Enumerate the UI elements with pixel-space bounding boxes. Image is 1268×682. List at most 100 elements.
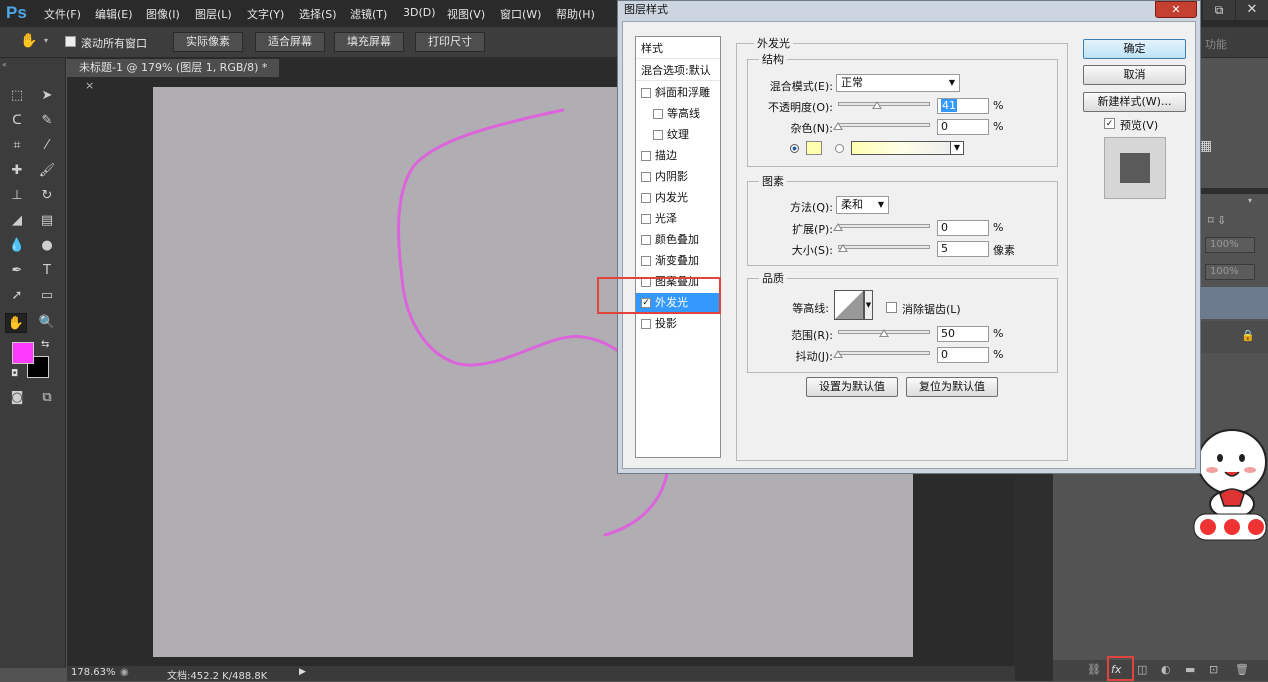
gradient-picker[interactable] bbox=[851, 141, 951, 155]
layer-filter-icon[interactable]: ⌑ ⇩ bbox=[1208, 214, 1226, 227]
menu-window[interactable]: 窗口(W) bbox=[500, 6, 541, 22]
cancel-button[interactable]: 取消 bbox=[1083, 65, 1186, 85]
new-style-button[interactable]: 新建样式(W)... bbox=[1083, 92, 1186, 112]
crop-tool-icon[interactable]: ⌗ bbox=[6, 136, 28, 156]
hand-tool-icon[interactable]: ✋ bbox=[5, 313, 27, 333]
workspace-switcher[interactable]: 功能 bbox=[1201, 34, 1268, 56]
method-dropdown-icon[interactable]: ▼ bbox=[878, 197, 884, 213]
delete-layer-icon[interactable]: 🗑 bbox=[1235, 663, 1249, 676]
fill-screen-button[interactable]: 填充屏幕 bbox=[334, 32, 404, 52]
solid-color-radio[interactable] bbox=[790, 144, 799, 153]
opacity-input[interactable]: 41 bbox=[937, 98, 989, 114]
swap-colors-icon[interactable]: ⇆ bbox=[41, 339, 49, 350]
color-overlay-checkbox[interactable] bbox=[641, 235, 651, 245]
style-item-texture[interactable]: 纹理 bbox=[636, 125, 720, 145]
noise-slider-track[interactable] bbox=[838, 123, 930, 127]
antialias-checkbox[interactable] bbox=[886, 302, 897, 313]
rectangle-tool-icon[interactable]: ▭ bbox=[36, 286, 58, 306]
style-item-bevel-emboss[interactable]: 斜面和浮雕 bbox=[636, 83, 720, 103]
opacity-field[interactable]: 100% bbox=[1205, 237, 1255, 253]
collapse-panel-icon[interactable]: « bbox=[2, 60, 7, 69]
status-menu-icon[interactable]: ◉ bbox=[120, 667, 129, 678]
new-group-icon[interactable]: ▬ bbox=[1185, 663, 1195, 676]
pen-tool-icon[interactable]: ✒ bbox=[6, 261, 28, 281]
size-slider-thumb[interactable] bbox=[838, 244, 848, 252]
menu-file[interactable]: 文件(F) bbox=[44, 6, 81, 22]
menu-layer[interactable]: 图层(L) bbox=[195, 6, 232, 22]
range-input[interactable]: 50 bbox=[937, 326, 989, 342]
stroke-checkbox[interactable] bbox=[641, 151, 651, 161]
method-select[interactable]: 柔和 ▼ bbox=[836, 196, 889, 214]
bevel-emboss-checkbox[interactable] bbox=[641, 88, 651, 98]
close-tab-icon[interactable]: × bbox=[85, 79, 94, 92]
style-item-inner-shadow[interactable]: 内阴影 bbox=[636, 167, 720, 187]
hand-tool-icon[interactable]: ✋ bbox=[20, 33, 37, 49]
menu-help[interactable]: 帮助(H) bbox=[556, 6, 595, 22]
dialog-close-icon[interactable]: ✕ bbox=[1155, 1, 1197, 18]
style-item-color-overlay[interactable]: 颜色叠加 bbox=[636, 230, 720, 250]
jitter-slider-track[interactable] bbox=[838, 351, 930, 355]
close-app-icon[interactable]: ✕ bbox=[1236, 0, 1268, 20]
fill-field[interactable]: 100% bbox=[1205, 264, 1255, 280]
history-brush-tool-icon[interactable]: ↻ bbox=[36, 186, 58, 206]
fit-screen-button[interactable]: 适合屏幕 bbox=[255, 32, 325, 52]
restore-window-icon[interactable]: ⧉ bbox=[1203, 0, 1235, 20]
move-tool-icon[interactable]: ➤ bbox=[36, 86, 58, 106]
blending-options-item[interactable]: 混合选项:默认 bbox=[636, 61, 720, 81]
opacity-slider-thumb[interactable] bbox=[872, 101, 882, 109]
reset-default-button[interactable]: 复位为默认值 bbox=[906, 377, 998, 397]
contour-picker[interactable] bbox=[834, 290, 864, 320]
spread-slider-track[interactable] bbox=[838, 224, 930, 228]
quick-mask-icon[interactable]: ◙ bbox=[6, 388, 28, 408]
set-default-button[interactable]: 设置为默认值 bbox=[806, 377, 898, 397]
foreground-color-swatch[interactable] bbox=[12, 342, 34, 364]
jitter-input[interactable]: 0 bbox=[937, 347, 989, 363]
zoom-tool-icon[interactable]: 🔍 bbox=[36, 313, 58, 333]
blur-tool-icon[interactable]: 💧 bbox=[6, 236, 28, 256]
texture-checkbox[interactable] bbox=[653, 130, 663, 140]
lasso-tool-icon[interactable]: ᑕ bbox=[6, 111, 28, 131]
style-item-stroke[interactable]: 描边 bbox=[636, 146, 720, 166]
noise-slider-thumb[interactable] bbox=[833, 122, 843, 130]
new-layer-icon[interactable]: ⊡ bbox=[1209, 663, 1218, 676]
menu-image[interactable]: 图像(I) bbox=[146, 6, 180, 22]
style-item-contour[interactable]: 等高线 bbox=[636, 104, 720, 124]
clone-stamp-tool-icon[interactable]: ⊥ bbox=[6, 186, 28, 206]
dodge-tool-icon[interactable]: ● bbox=[36, 236, 58, 256]
quick-select-tool-icon[interactable]: ✎ bbox=[36, 111, 58, 131]
inner-glow-checkbox[interactable] bbox=[641, 193, 651, 203]
eyedropper-tool-icon[interactable]: ⁄ bbox=[36, 136, 58, 156]
default-colors-icon[interactable]: ◘ bbox=[11, 369, 18, 379]
inner-shadow-checkbox[interactable] bbox=[641, 172, 651, 182]
size-slider-track[interactable] bbox=[838, 245, 930, 249]
gradient-overlay-checkbox[interactable] bbox=[641, 256, 651, 266]
layer-mask-icon[interactable]: ◫ bbox=[1137, 663, 1147, 676]
style-item-drop-shadow[interactable]: 投影 bbox=[636, 314, 720, 334]
range-slider-thumb[interactable] bbox=[879, 329, 889, 337]
actual-pixels-button[interactable]: 实际像素 bbox=[173, 32, 243, 52]
panel-menu-icon[interactable]: ▾ bbox=[1248, 196, 1252, 205]
print-size-button[interactable]: 打印尺寸 bbox=[415, 32, 485, 52]
type-tool-icon[interactable]: T bbox=[36, 261, 58, 281]
menu-filter[interactable]: 滤镜(T) bbox=[350, 6, 387, 22]
blend-mode-select[interactable]: 正常 ▼ bbox=[836, 74, 960, 92]
style-list-header[interactable]: 样式 bbox=[636, 39, 720, 59]
marquee-tool-icon[interactable]: ⬚ bbox=[6, 86, 28, 106]
menu-type[interactable]: 文字(Y) bbox=[247, 6, 284, 22]
healing-brush-tool-icon[interactable]: ✚ bbox=[6, 161, 28, 181]
preview-checkbox[interactable]: ✓ bbox=[1104, 118, 1115, 129]
gradient-radio[interactable] bbox=[835, 144, 844, 153]
menu-3d[interactable]: 3D(D) bbox=[403, 6, 436, 19]
drop-shadow-checkbox[interactable] bbox=[641, 319, 651, 329]
eraser-tool-icon[interactable]: ◢ bbox=[6, 211, 28, 231]
style-item-inner-glow[interactable]: 内发光 bbox=[636, 188, 720, 208]
glow-color-swatch[interactable] bbox=[806, 141, 822, 155]
menu-view[interactable]: 视图(V) bbox=[447, 6, 485, 22]
screen-mode-icon[interactable]: ⧉ bbox=[36, 388, 58, 408]
zoom-level[interactable]: 178.63% bbox=[71, 667, 116, 678]
size-input[interactable]: 5 bbox=[937, 241, 989, 257]
adjustment-layer-icon[interactable]: ◐ bbox=[1161, 663, 1171, 676]
blend-mode-dropdown-icon[interactable]: ▼ bbox=[949, 75, 955, 91]
status-arrow-icon[interactable]: ▶ bbox=[299, 667, 306, 677]
satin-checkbox[interactable] bbox=[641, 214, 651, 224]
